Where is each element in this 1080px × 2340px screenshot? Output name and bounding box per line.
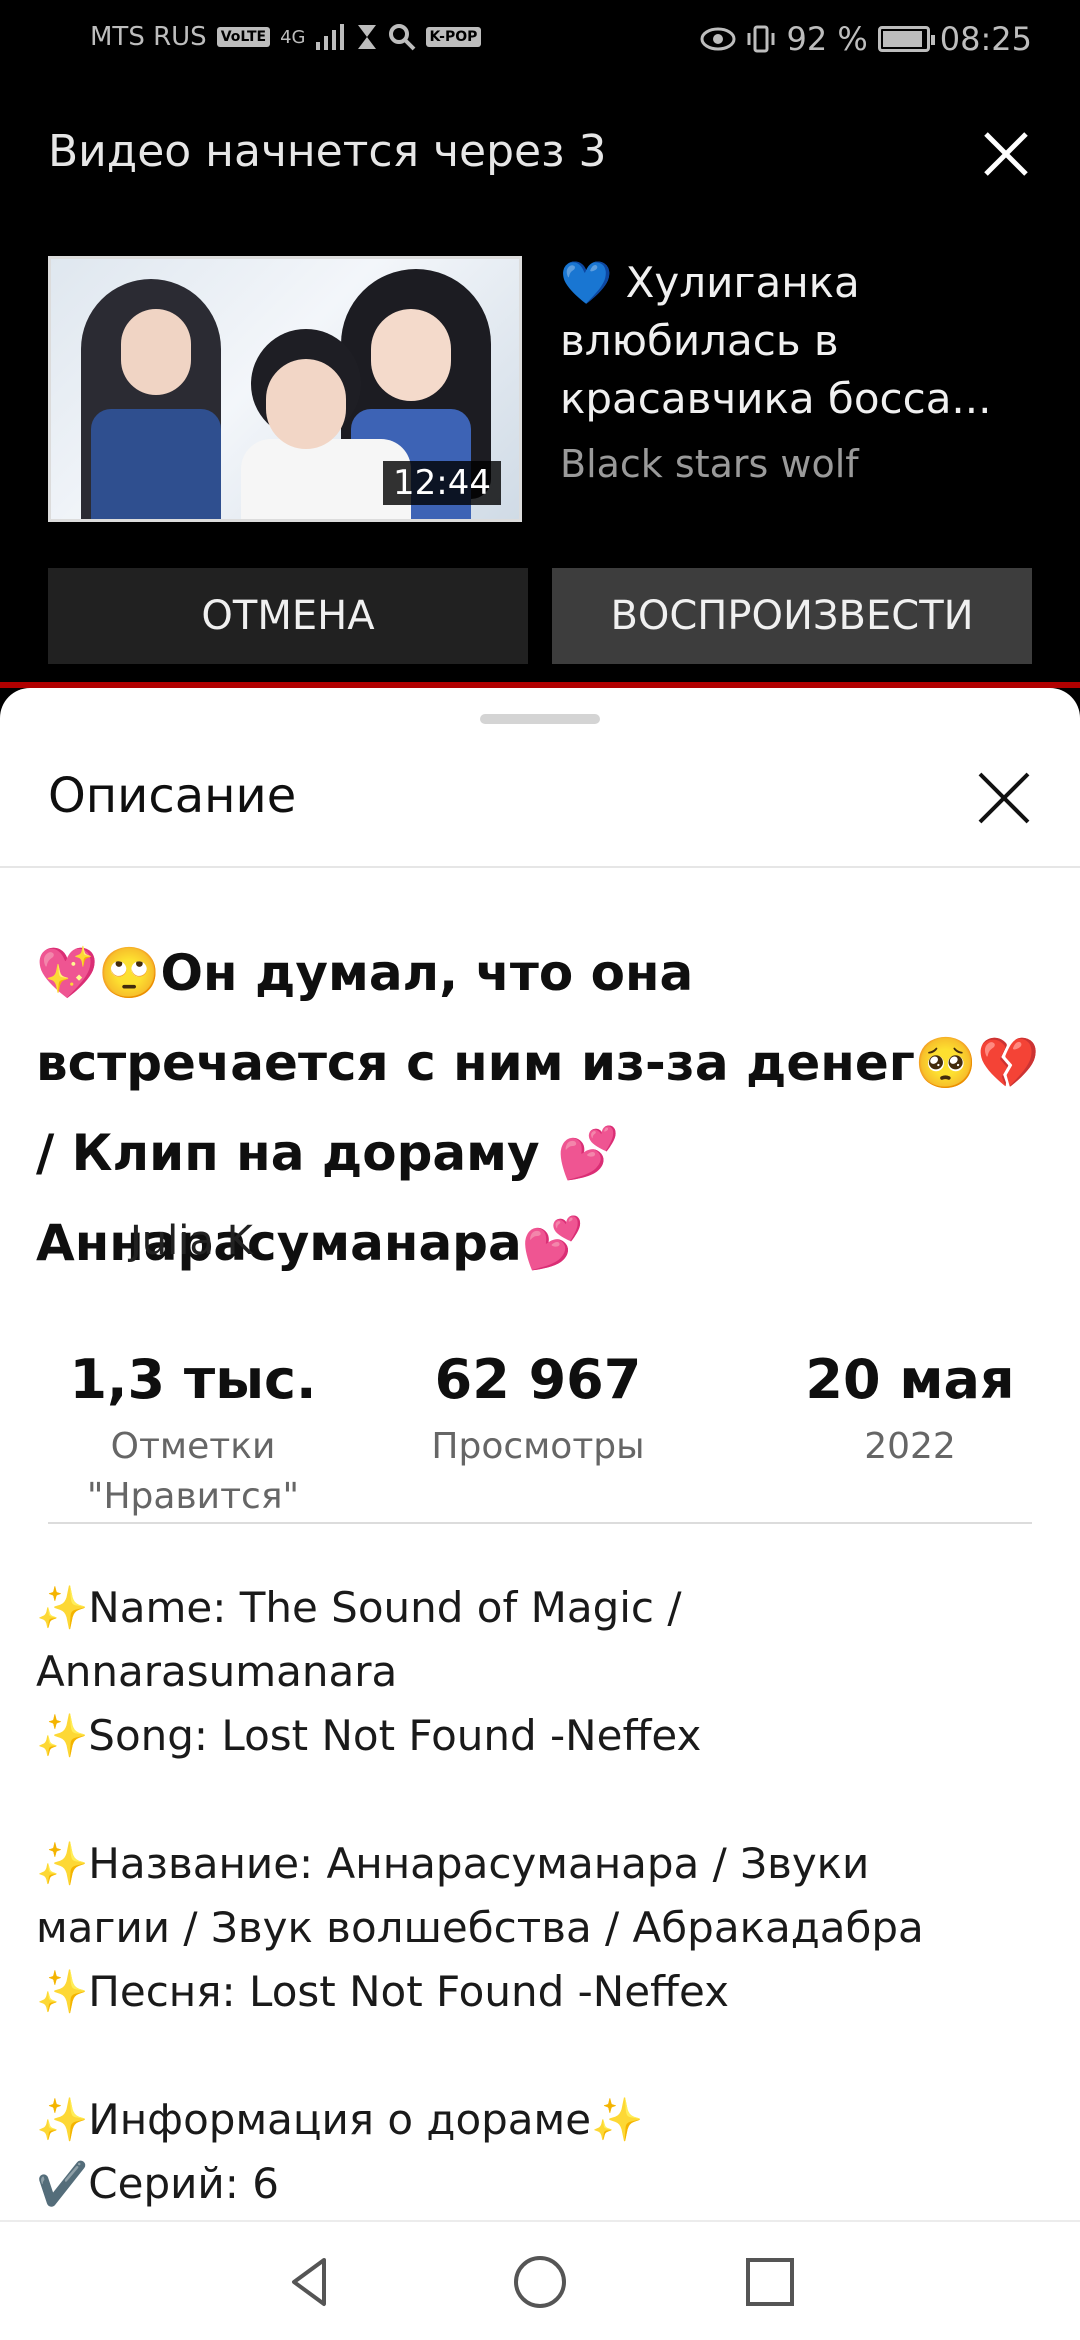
date-stat: 20 мая 2022 (788, 1348, 1032, 1472)
system-nav-bar (0, 2220, 1080, 2340)
description-line: Annarasumanara (36, 1647, 398, 1696)
description-sheet: Описание 💖🙄Он думал, что она встречается… (0, 688, 1080, 2220)
autoplay-countdown: Видео начнется через 3 (48, 126, 607, 177)
next-video-title[interactable]: 💙 Хулиганка влюбилась в красавчика босса… (560, 254, 1030, 428)
cancel-button[interactable]: ОТМЕНА (48, 568, 528, 664)
video-stats: 1,3 тыс. Отметки "Нравится" 62 967 Просм… (48, 1348, 1032, 1517)
description-blank-line (36, 2024, 1036, 2088)
clock: 08:25 (939, 20, 1032, 58)
description-line: магии / Звук волшебства / Абракадабра (36, 1903, 924, 1952)
battery-icon (877, 26, 935, 52)
drag-handle[interactable] (480, 714, 600, 724)
close-icon[interactable] (976, 124, 1036, 184)
next-video-thumbnail[interactable]: 12:44 (48, 256, 522, 522)
network-type: 4G (280, 26, 306, 48)
views-label: Просмотры (431, 1426, 645, 1467)
close-icon[interactable] (972, 766, 1036, 830)
play-button[interactable]: ВОСПРОИЗВЕСТИ (552, 568, 1032, 664)
search-icon (388, 24, 415, 51)
channel-name[interactable]: Julia K (130, 1218, 253, 1264)
divider (48, 1522, 1032, 1524)
description-line: ✨Song: Lost Not Found -Neffex (36, 1711, 702, 1760)
likes-count: 1,3 тыс. (69, 1348, 317, 1411)
up-next-overlay: Видео начнется через 3 12:44 💙 Хулиганка… (0, 84, 1080, 684)
carrier-name: MTS RUS (90, 22, 207, 52)
description-header: Описание (0, 728, 1080, 868)
status-right: 92 % 08:25 (700, 20, 1032, 58)
video-duration: 12:44 (383, 461, 501, 505)
back-triangle-icon[interactable] (280, 2252, 340, 2312)
likes-stat: 1,3 тыс. Отметки "Нравится" (48, 1348, 338, 1522)
description-text: ✨Name: The Sound of Magic / Annarasumana… (36, 1576, 1036, 2216)
status-left: MTS RUS VoLTE 4G K-POP (90, 22, 482, 52)
signal-icon (315, 24, 344, 50)
description-line: ✨Название: Аннарасуманара / Звуки (36, 1839, 870, 1888)
vibrate-icon (747, 25, 775, 53)
views-stat: 62 967 Просмотры (388, 1348, 688, 1472)
likes-label: Отметки "Нравится" (86, 1426, 300, 1517)
next-video-channel: Black stars wolf (560, 442, 859, 486)
views-count: 62 967 (434, 1348, 642, 1411)
description-title: Описание (48, 768, 297, 824)
publish-year: 2022 (864, 1426, 956, 1467)
battery-percent: 92 % (786, 20, 868, 58)
kpop-notification-icon: K-POP (425, 27, 482, 47)
description-line: ✨Песня: Lost Not Found -Neffex (36, 1967, 729, 2016)
hourglass-icon (357, 25, 376, 49)
eye-comfort-icon (700, 27, 736, 51)
description-line: ✔️Серий: 6 (36, 2159, 279, 2208)
publish-date: 20 мая (805, 1348, 1015, 1411)
description-line: ✨Информация о дораме✨ (36, 2095, 644, 2144)
status-bar: MTS RUS VoLTE 4G K-POP 92 % 08:25 (0, 0, 1080, 84)
recents-square-icon[interactable] (740, 2252, 800, 2312)
description-blank-line (36, 1768, 1036, 1832)
description-line: ✨Name: The Sound of Magic / (36, 1583, 682, 1632)
volte-badge: VoLTE (216, 27, 271, 47)
home-circle-icon[interactable] (510, 2252, 570, 2312)
